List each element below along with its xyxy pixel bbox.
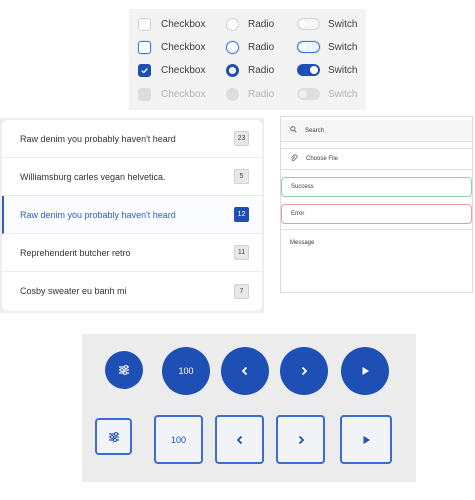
checkbox-label: Checkbox	[161, 19, 206, 30]
checkbox-box	[138, 88, 151, 101]
message-placeholder: Message	[290, 240, 315, 246]
switch-toggle	[297, 88, 320, 100]
count-badge: 7	[234, 283, 249, 299]
radio-circle	[226, 88, 239, 101]
radio-circle[interactable]	[226, 41, 239, 54]
number-square-button[interactable]: 100	[154, 415, 203, 464]
count-badge: 12	[234, 207, 249, 222]
settings-round-button[interactable]	[105, 351, 143, 389]
number-round-button[interactable]: 100	[162, 347, 210, 395]
switch-disabled: Switch	[297, 88, 357, 100]
checkbox-box[interactable]	[138, 41, 151, 54]
radio-label: Radio	[248, 89, 275, 100]
radio-label: Radio	[248, 42, 275, 53]
check-icon	[141, 68, 148, 74]
switch-label: Switch	[328, 64, 358, 76]
radio-selected[interactable]: Radio	[226, 64, 274, 77]
checkbox-label: Checkbox	[161, 42, 206, 53]
list-item-label: Williamsburg carles vegan helvetica.	[20, 171, 166, 182]
count-badge: 11	[234, 245, 249, 260]
checkbox-focused[interactable]: Checkbox	[138, 41, 205, 54]
search-input[interactable]: Search	[281, 120, 472, 142]
number-label: 100	[170, 434, 187, 445]
switch-label: Switch	[328, 41, 358, 53]
previous-round-button[interactable]	[221, 347, 269, 395]
radio-label: Radio	[248, 65, 275, 76]
sliders-icon	[119, 365, 129, 375]
play-square-button[interactable]	[340, 415, 392, 464]
radio-focused[interactable]: Radio	[226, 41, 274, 54]
switch-toggle[interactable]	[297, 64, 320, 76]
error-input[interactable]: Error	[281, 204, 472, 224]
search-icon	[290, 126, 297, 135]
chevron-right-icon	[298, 435, 304, 444]
chevron-left-icon	[236, 435, 242, 444]
file-label: Choose File	[306, 156, 339, 162]
radio-unselected[interactable]: Radio	[226, 18, 274, 31]
search-placeholder: Search	[305, 127, 325, 134]
play-icon	[363, 435, 370, 444]
list-item-label: Reprehenderit butcher retro	[20, 247, 131, 258]
list-item-label: Raw denim you probably haven't heard	[20, 209, 176, 220]
list-item-label: Cosby sweater eu banh mi	[20, 286, 127, 296]
chevron-right-icon	[301, 366, 308, 376]
checkbox-box[interactable]	[138, 18, 151, 31]
paperclip-icon	[290, 154, 298, 164]
list-panel: Raw denim you probably haven't heard 23 …	[0, 118, 264, 313]
checkbox-unchecked[interactable]: Checkbox	[138, 18, 205, 31]
switch-on[interactable]: Switch	[297, 64, 357, 76]
switch-focused[interactable]: Switch	[297, 41, 357, 53]
play-icon	[362, 367, 369, 375]
list-item-active[interactable]: Raw denim you probably haven't heard 12	[2, 196, 262, 234]
list-item[interactable]: Reprehenderit butcher retro 11	[2, 234, 262, 272]
buttons-panel: 100 100	[82, 334, 416, 482]
list-item[interactable]: Williamsburg carles vegan helvetica. 5	[2, 158, 262, 196]
form-controls-panel: Checkbox Radio Switch Checkbox Radio Swi…	[129, 9, 366, 110]
radio-circle[interactable]	[226, 64, 239, 77]
message-textarea[interactable]: Message	[281, 229, 472, 291]
play-round-button[interactable]	[341, 347, 389, 395]
list-group: Raw denim you probably haven't heard 23 …	[2, 120, 262, 311]
inputs-panel: Search Choose File Success Error Message	[280, 116, 473, 293]
count-badge: 23	[234, 131, 249, 146]
error-value: Error	[291, 211, 305, 217]
checkbox-checked[interactable]: Checkbox	[138, 64, 205, 77]
checkbox-disabled: Checkbox	[138, 88, 205, 101]
list-item[interactable]: Raw denim you probably haven't heard 23	[2, 120, 262, 158]
sliders-icon	[108, 431, 119, 442]
radio-disabled: Radio	[226, 88, 274, 101]
switch-toggle[interactable]	[297, 18, 320, 30]
chevron-left-icon	[241, 366, 248, 376]
list-item-label: Raw denim you probably haven't heard	[20, 133, 176, 144]
switch-label: Switch	[328, 18, 358, 30]
radio-circle[interactable]	[226, 18, 239, 31]
checkbox-label: Checkbox	[161, 65, 206, 76]
settings-square-button[interactable]	[95, 418, 132, 455]
radio-label: Radio	[248, 19, 275, 30]
switch-toggle[interactable]	[297, 41, 320, 53]
success-value: Success	[291, 184, 314, 190]
checkbox-label: Checkbox	[161, 89, 206, 100]
switch-off[interactable]: Switch	[297, 18, 357, 30]
list-item[interactable]: Cosby sweater eu banh mi 7	[2, 272, 262, 310]
next-square-button[interactable]	[276, 415, 325, 464]
checkbox-box[interactable]	[138, 64, 151, 77]
file-input[interactable]: Choose File	[281, 148, 472, 170]
number-label: 100	[178, 366, 194, 376]
previous-square-button[interactable]	[215, 415, 264, 464]
count-badge: 5	[234, 169, 249, 184]
switch-label: Switch	[328, 88, 358, 100]
next-round-button[interactable]	[280, 347, 328, 395]
success-input[interactable]: Success	[281, 177, 472, 197]
